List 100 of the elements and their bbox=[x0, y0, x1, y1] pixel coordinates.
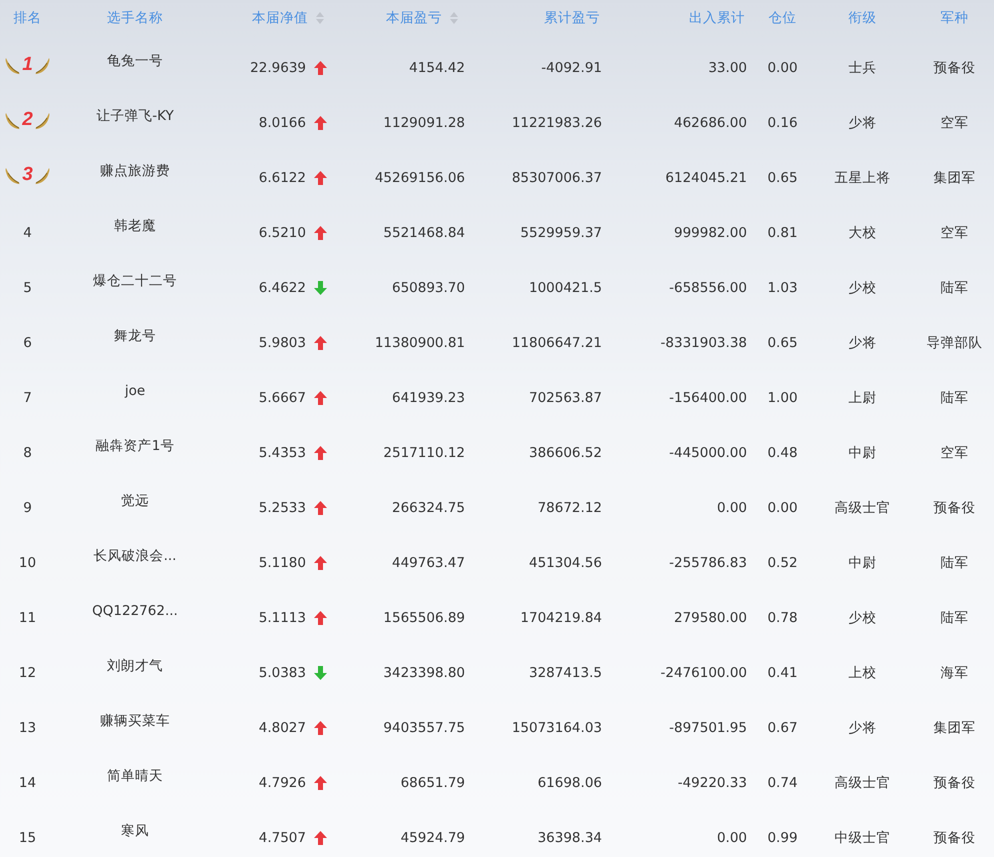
column-header: 累计盈亏 bbox=[544, 9, 600, 27]
rank-title-cell: 高级士官 bbox=[834, 498, 890, 516]
net-value-cell: 5.0383 bbox=[258, 664, 306, 680]
army-cell: 陆军 bbox=[940, 554, 968, 572]
profit-cell: 11380900.81 bbox=[374, 334, 465, 350]
net-value-cell: 6.5210 bbox=[258, 224, 306, 240]
position-cell: 1.03 bbox=[767, 280, 798, 296]
flow-cell: -2476100.00 bbox=[660, 664, 747, 680]
rank-title-cell: 中尉 bbox=[848, 554, 876, 572]
column-header: 排名 bbox=[14, 9, 42, 27]
rank-cell: 10 bbox=[18, 554, 36, 570]
player-name: 韩老魔 bbox=[114, 216, 156, 234]
rank-cell: 14 bbox=[18, 774, 36, 790]
net-value-cell: 5.1180 bbox=[258, 554, 306, 570]
position-cell: 0.52 bbox=[767, 554, 798, 570]
player-name: 爆仓二十二号 bbox=[93, 272, 177, 290]
rank-title-cell: 少校 bbox=[848, 278, 876, 296]
net-value-cell: 22.9639 bbox=[250, 60, 306, 76]
flow-cell: 279580.00 bbox=[674, 610, 747, 626]
player-name: 觉远 bbox=[121, 492, 149, 510]
flow-cell: 0.00 bbox=[716, 500, 747, 516]
position-cell: 0.99 bbox=[767, 830, 798, 846]
total-profit-cell: 1000421.5 bbox=[528, 280, 602, 296]
profit-cell: 3423398.80 bbox=[383, 664, 465, 680]
total-profit-cell: 11221983.26 bbox=[512, 114, 602, 130]
position-cell: 0.48 bbox=[767, 444, 798, 460]
flow-cell: 33.00 bbox=[708, 60, 747, 76]
column-header[interactable]: 本届净值 bbox=[252, 9, 308, 27]
rank-title-cell: 中尉 bbox=[848, 444, 876, 462]
rank-title-cell: 五星上将 bbox=[834, 168, 890, 186]
flow-cell: 6124045.21 bbox=[665, 170, 747, 186]
medal-badge: 1 bbox=[5, 54, 50, 82]
player-name: joe bbox=[124, 382, 146, 398]
total-profit-cell: 5529959.37 bbox=[520, 224, 602, 240]
player-name: 寒风 bbox=[121, 822, 149, 840]
position-cell: 1.00 bbox=[767, 390, 798, 406]
rank-title-cell: 少将 bbox=[848, 334, 876, 352]
army-cell: 集团军 bbox=[934, 718, 976, 736]
total-profit-cell: 78672.12 bbox=[538, 500, 602, 516]
player-name: 龟兔一号 bbox=[107, 52, 163, 70]
army-cell: 预备役 bbox=[934, 58, 976, 76]
profit-cell: 9403557.75 bbox=[383, 720, 465, 736]
rank-title-cell: 少校 bbox=[848, 608, 876, 626]
net-value-cell: 4.7926 bbox=[258, 774, 306, 790]
flow-cell: -156400.00 bbox=[669, 390, 747, 406]
net-value-cell: 4.7507 bbox=[258, 830, 306, 846]
army-cell: 集团军 bbox=[934, 168, 976, 186]
rank-cell: 4 bbox=[23, 224, 32, 240]
army-cell: 预备役 bbox=[934, 828, 976, 846]
total-profit-cell: 1704219.84 bbox=[520, 610, 602, 626]
army-cell: 陆军 bbox=[940, 388, 968, 406]
net-value-cell: 5.1113 bbox=[258, 610, 306, 626]
rank-title-cell: 中级士官 bbox=[834, 828, 890, 846]
total-profit-cell: 702563.87 bbox=[528, 390, 602, 406]
rank-cell: 8 bbox=[23, 444, 32, 460]
army-cell: 预备役 bbox=[934, 774, 976, 792]
player-name: 长风破浪会... bbox=[94, 546, 176, 564]
player-name: 融犇资产1号 bbox=[96, 436, 174, 454]
rank-title-cell: 高级士官 bbox=[834, 774, 890, 792]
flow-cell: 462686.00 bbox=[674, 114, 747, 130]
column-header[interactable]: 本届盈亏 bbox=[386, 9, 442, 27]
player-name: 赚点旅游费 bbox=[100, 162, 170, 180]
army-cell: 预备役 bbox=[934, 498, 976, 516]
rank-title-cell: 上校 bbox=[848, 664, 876, 682]
profit-cell: 4154.42 bbox=[409, 60, 465, 76]
profit-cell: 641939.23 bbox=[392, 390, 465, 406]
rank-cell: 12 bbox=[18, 664, 36, 680]
total-profit-cell: 11806647.21 bbox=[512, 334, 602, 350]
column-header: 选手名称 bbox=[107, 9, 163, 27]
sort-icon[interactable] bbox=[316, 12, 324, 24]
position-cell: 0.78 bbox=[767, 610, 798, 626]
player-name: 简单晴天 bbox=[107, 766, 163, 784]
total-profit-cell: 85307006.37 bbox=[512, 170, 602, 186]
rank-cell: 11 bbox=[18, 610, 36, 626]
position-cell: 0.65 bbox=[767, 334, 798, 350]
profit-cell: 1565506.89 bbox=[383, 610, 465, 626]
army-cell: 海军 bbox=[940, 664, 968, 682]
profit-cell: 650893.70 bbox=[392, 280, 465, 296]
rank-title-cell: 少将 bbox=[848, 114, 876, 132]
position-cell: 0.65 bbox=[767, 170, 798, 186]
sort-icon[interactable] bbox=[450, 12, 458, 24]
position-cell: 0.00 bbox=[767, 60, 798, 76]
net-value-cell: 6.6122 bbox=[258, 170, 306, 186]
rank-title-cell: 士兵 bbox=[848, 58, 876, 76]
flow-cell: -8331903.38 bbox=[660, 334, 747, 350]
position-cell: 0.67 bbox=[767, 720, 798, 736]
column-header: 出入累计 bbox=[689, 9, 745, 27]
rank-cell: 15 bbox=[18, 830, 36, 846]
medal-badge: 3 bbox=[5, 164, 50, 192]
rank-cell: 5 bbox=[23, 280, 32, 296]
profit-cell: 5521468.84 bbox=[383, 224, 465, 240]
position-cell: 0.16 bbox=[767, 114, 798, 130]
player-name: QQ122762... bbox=[92, 602, 178, 618]
column-header: 衔级 bbox=[848, 9, 876, 27]
position-cell: 0.00 bbox=[767, 500, 798, 516]
flow-cell: 999982.00 bbox=[674, 224, 747, 240]
column-header: 军种 bbox=[940, 9, 968, 27]
army-cell: 空军 bbox=[940, 444, 968, 462]
army-cell: 空军 bbox=[940, 224, 968, 242]
player-name: 舞龙号 bbox=[114, 326, 156, 344]
